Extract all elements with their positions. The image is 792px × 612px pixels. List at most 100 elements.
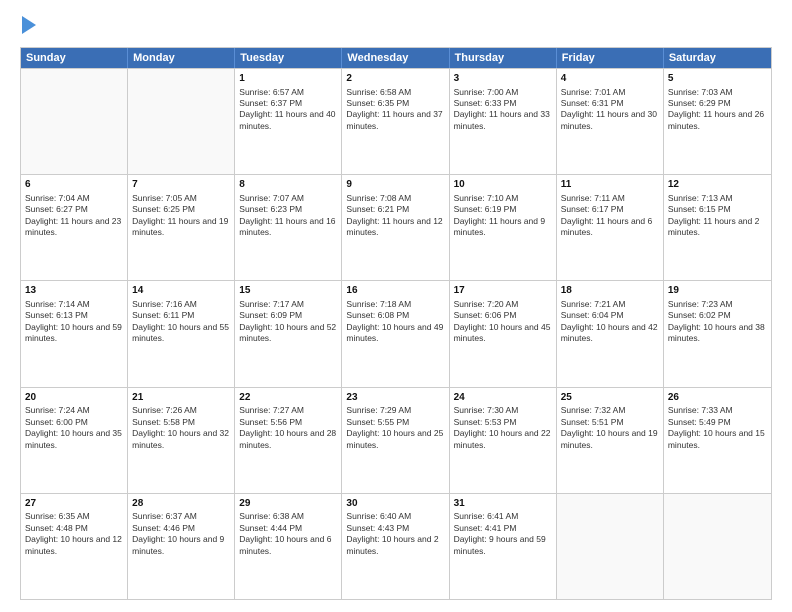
weekday-header-friday: Friday [557, 48, 664, 68]
day-number: 13 [25, 284, 123, 298]
cell-info: Sunrise: 7:29 AM Sunset: 5:55 PM Dayligh… [346, 405, 444, 451]
calendar-cell-day-29: 29Sunrise: 6:38 AM Sunset: 4:44 PM Dayli… [235, 494, 342, 599]
day-number: 26 [668, 391, 767, 405]
cell-info: Sunrise: 7:16 AM Sunset: 6:11 PM Dayligh… [132, 299, 230, 345]
weekday-header-monday: Monday [128, 48, 235, 68]
day-number: 12 [668, 178, 767, 192]
cell-info: Sunrise: 7:03 AM Sunset: 6:29 PM Dayligh… [668, 87, 767, 133]
calendar-cell-day-28: 28Sunrise: 6:37 AM Sunset: 4:46 PM Dayli… [128, 494, 235, 599]
cell-info: Sunrise: 7:20 AM Sunset: 6:06 PM Dayligh… [454, 299, 552, 345]
calendar-body: 1Sunrise: 6:57 AM Sunset: 6:37 PM Daylig… [21, 68, 771, 599]
day-number: 6 [25, 178, 123, 192]
calendar-cell-day-1: 1Sunrise: 6:57 AM Sunset: 6:37 PM Daylig… [235, 69, 342, 174]
day-number: 7 [132, 178, 230, 192]
cell-info: Sunrise: 6:40 AM Sunset: 4:43 PM Dayligh… [346, 511, 444, 557]
weekday-header-wednesday: Wednesday [342, 48, 449, 68]
cell-info: Sunrise: 7:21 AM Sunset: 6:04 PM Dayligh… [561, 299, 659, 345]
day-number: 20 [25, 391, 123, 405]
day-number: 4 [561, 72, 659, 86]
calendar-cell-day-21: 21Sunrise: 7:26 AM Sunset: 5:58 PM Dayli… [128, 388, 235, 493]
calendar-row-0: 1Sunrise: 6:57 AM Sunset: 6:37 PM Daylig… [21, 68, 771, 174]
calendar-cell-empty [664, 494, 771, 599]
calendar-cell-day-30: 30Sunrise: 6:40 AM Sunset: 4:43 PM Dayli… [342, 494, 449, 599]
day-number: 16 [346, 284, 444, 298]
calendar-cell-day-31: 31Sunrise: 6:41 AM Sunset: 4:41 PM Dayli… [450, 494, 557, 599]
day-number: 2 [346, 72, 444, 86]
calendar-cell-day-3: 3Sunrise: 7:00 AM Sunset: 6:33 PM Daylig… [450, 69, 557, 174]
weekday-header-sunday: Sunday [21, 48, 128, 68]
calendar-cell-day-16: 16Sunrise: 7:18 AM Sunset: 6:08 PM Dayli… [342, 281, 449, 386]
cell-info: Sunrise: 6:35 AM Sunset: 4:48 PM Dayligh… [25, 511, 123, 557]
day-number: 15 [239, 284, 337, 298]
calendar-cell-day-13: 13Sunrise: 7:14 AM Sunset: 6:13 PM Dayli… [21, 281, 128, 386]
cell-info: Sunrise: 7:07 AM Sunset: 6:23 PM Dayligh… [239, 193, 337, 239]
day-number: 9 [346, 178, 444, 192]
cell-info: Sunrise: 7:26 AM Sunset: 5:58 PM Dayligh… [132, 405, 230, 451]
logo-arrow-icon [22, 16, 44, 34]
cell-info: Sunrise: 7:01 AM Sunset: 6:31 PM Dayligh… [561, 87, 659, 133]
day-number: 30 [346, 497, 444, 511]
day-number: 3 [454, 72, 552, 86]
calendar-cell-day-17: 17Sunrise: 7:20 AM Sunset: 6:06 PM Dayli… [450, 281, 557, 386]
cell-info: Sunrise: 7:33 AM Sunset: 5:49 PM Dayligh… [668, 405, 767, 451]
calendar-cell-day-2: 2Sunrise: 6:58 AM Sunset: 6:35 PM Daylig… [342, 69, 449, 174]
calendar-cell-day-15: 15Sunrise: 7:17 AM Sunset: 6:09 PM Dayli… [235, 281, 342, 386]
day-number: 14 [132, 284, 230, 298]
calendar: SundayMondayTuesdayWednesdayThursdayFrid… [20, 47, 772, 600]
cell-info: Sunrise: 7:30 AM Sunset: 5:53 PM Dayligh… [454, 405, 552, 451]
calendar-cell-day-24: 24Sunrise: 7:30 AM Sunset: 5:53 PM Dayli… [450, 388, 557, 493]
day-number: 5 [668, 72, 767, 86]
calendar-cell-day-19: 19Sunrise: 7:23 AM Sunset: 6:02 PM Dayli… [664, 281, 771, 386]
cell-info: Sunrise: 7:32 AM Sunset: 5:51 PM Dayligh… [561, 405, 659, 451]
day-number: 22 [239, 391, 337, 405]
cell-info: Sunrise: 7:13 AM Sunset: 6:15 PM Dayligh… [668, 193, 767, 239]
calendar-cell-day-8: 8Sunrise: 7:07 AM Sunset: 6:23 PM Daylig… [235, 175, 342, 280]
day-number: 31 [454, 497, 552, 511]
day-number: 23 [346, 391, 444, 405]
calendar-cell-day-26: 26Sunrise: 7:33 AM Sunset: 5:49 PM Dayli… [664, 388, 771, 493]
calendar-cell-day-7: 7Sunrise: 7:05 AM Sunset: 6:25 PM Daylig… [128, 175, 235, 280]
calendar-row-4: 27Sunrise: 6:35 AM Sunset: 4:48 PM Dayli… [21, 493, 771, 599]
cell-info: Sunrise: 7:08 AM Sunset: 6:21 PM Dayligh… [346, 193, 444, 239]
cell-info: Sunrise: 6:37 AM Sunset: 4:46 PM Dayligh… [132, 511, 230, 557]
day-number: 18 [561, 284, 659, 298]
calendar-cell-day-12: 12Sunrise: 7:13 AM Sunset: 6:15 PM Dayli… [664, 175, 771, 280]
day-number: 19 [668, 284, 767, 298]
calendar-cell-day-27: 27Sunrise: 6:35 AM Sunset: 4:48 PM Dayli… [21, 494, 128, 599]
cell-info: Sunrise: 7:23 AM Sunset: 6:02 PM Dayligh… [668, 299, 767, 345]
cell-info: Sunrise: 6:58 AM Sunset: 6:35 PM Dayligh… [346, 87, 444, 133]
cell-info: Sunrise: 7:18 AM Sunset: 6:08 PM Dayligh… [346, 299, 444, 345]
logo [20, 16, 44, 39]
cell-info: Sunrise: 7:10 AM Sunset: 6:19 PM Dayligh… [454, 193, 552, 239]
calendar-cell-day-4: 4Sunrise: 7:01 AM Sunset: 6:31 PM Daylig… [557, 69, 664, 174]
calendar-cell-empty [21, 69, 128, 174]
cell-info: Sunrise: 6:41 AM Sunset: 4:41 PM Dayligh… [454, 511, 552, 557]
cell-info: Sunrise: 7:04 AM Sunset: 6:27 PM Dayligh… [25, 193, 123, 239]
day-number: 25 [561, 391, 659, 405]
day-number: 29 [239, 497, 337, 511]
calendar-cell-day-23: 23Sunrise: 7:29 AM Sunset: 5:55 PM Dayli… [342, 388, 449, 493]
calendar-cell-empty [557, 494, 664, 599]
cell-info: Sunrise: 7:11 AM Sunset: 6:17 PM Dayligh… [561, 193, 659, 239]
calendar-row-3: 20Sunrise: 7:24 AM Sunset: 6:00 PM Dayli… [21, 387, 771, 493]
calendar-cell-day-11: 11Sunrise: 7:11 AM Sunset: 6:17 PM Dayli… [557, 175, 664, 280]
weekday-header-saturday: Saturday [664, 48, 771, 68]
cell-info: Sunrise: 7:27 AM Sunset: 5:56 PM Dayligh… [239, 405, 337, 451]
cell-info: Sunrise: 7:00 AM Sunset: 6:33 PM Dayligh… [454, 87, 552, 133]
calendar-cell-day-6: 6Sunrise: 7:04 AM Sunset: 6:27 PM Daylig… [21, 175, 128, 280]
calendar-cell-empty [128, 69, 235, 174]
cell-info: Sunrise: 6:57 AM Sunset: 6:37 PM Dayligh… [239, 87, 337, 133]
cell-info: Sunrise: 7:24 AM Sunset: 6:00 PM Dayligh… [25, 405, 123, 451]
day-number: 17 [454, 284, 552, 298]
weekday-header-tuesday: Tuesday [235, 48, 342, 68]
calendar-cell-day-25: 25Sunrise: 7:32 AM Sunset: 5:51 PM Dayli… [557, 388, 664, 493]
calendar-row-2: 13Sunrise: 7:14 AM Sunset: 6:13 PM Dayli… [21, 280, 771, 386]
calendar-cell-day-5: 5Sunrise: 7:03 AM Sunset: 6:29 PM Daylig… [664, 69, 771, 174]
page: SundayMondayTuesdayWednesdayThursdayFrid… [0, 0, 792, 612]
calendar-cell-day-14: 14Sunrise: 7:16 AM Sunset: 6:11 PM Dayli… [128, 281, 235, 386]
calendar-cell-day-18: 18Sunrise: 7:21 AM Sunset: 6:04 PM Dayli… [557, 281, 664, 386]
cell-info: Sunrise: 7:14 AM Sunset: 6:13 PM Dayligh… [25, 299, 123, 345]
day-number: 10 [454, 178, 552, 192]
calendar-cell-day-22: 22Sunrise: 7:27 AM Sunset: 5:56 PM Dayli… [235, 388, 342, 493]
weekday-header-thursday: Thursday [450, 48, 557, 68]
